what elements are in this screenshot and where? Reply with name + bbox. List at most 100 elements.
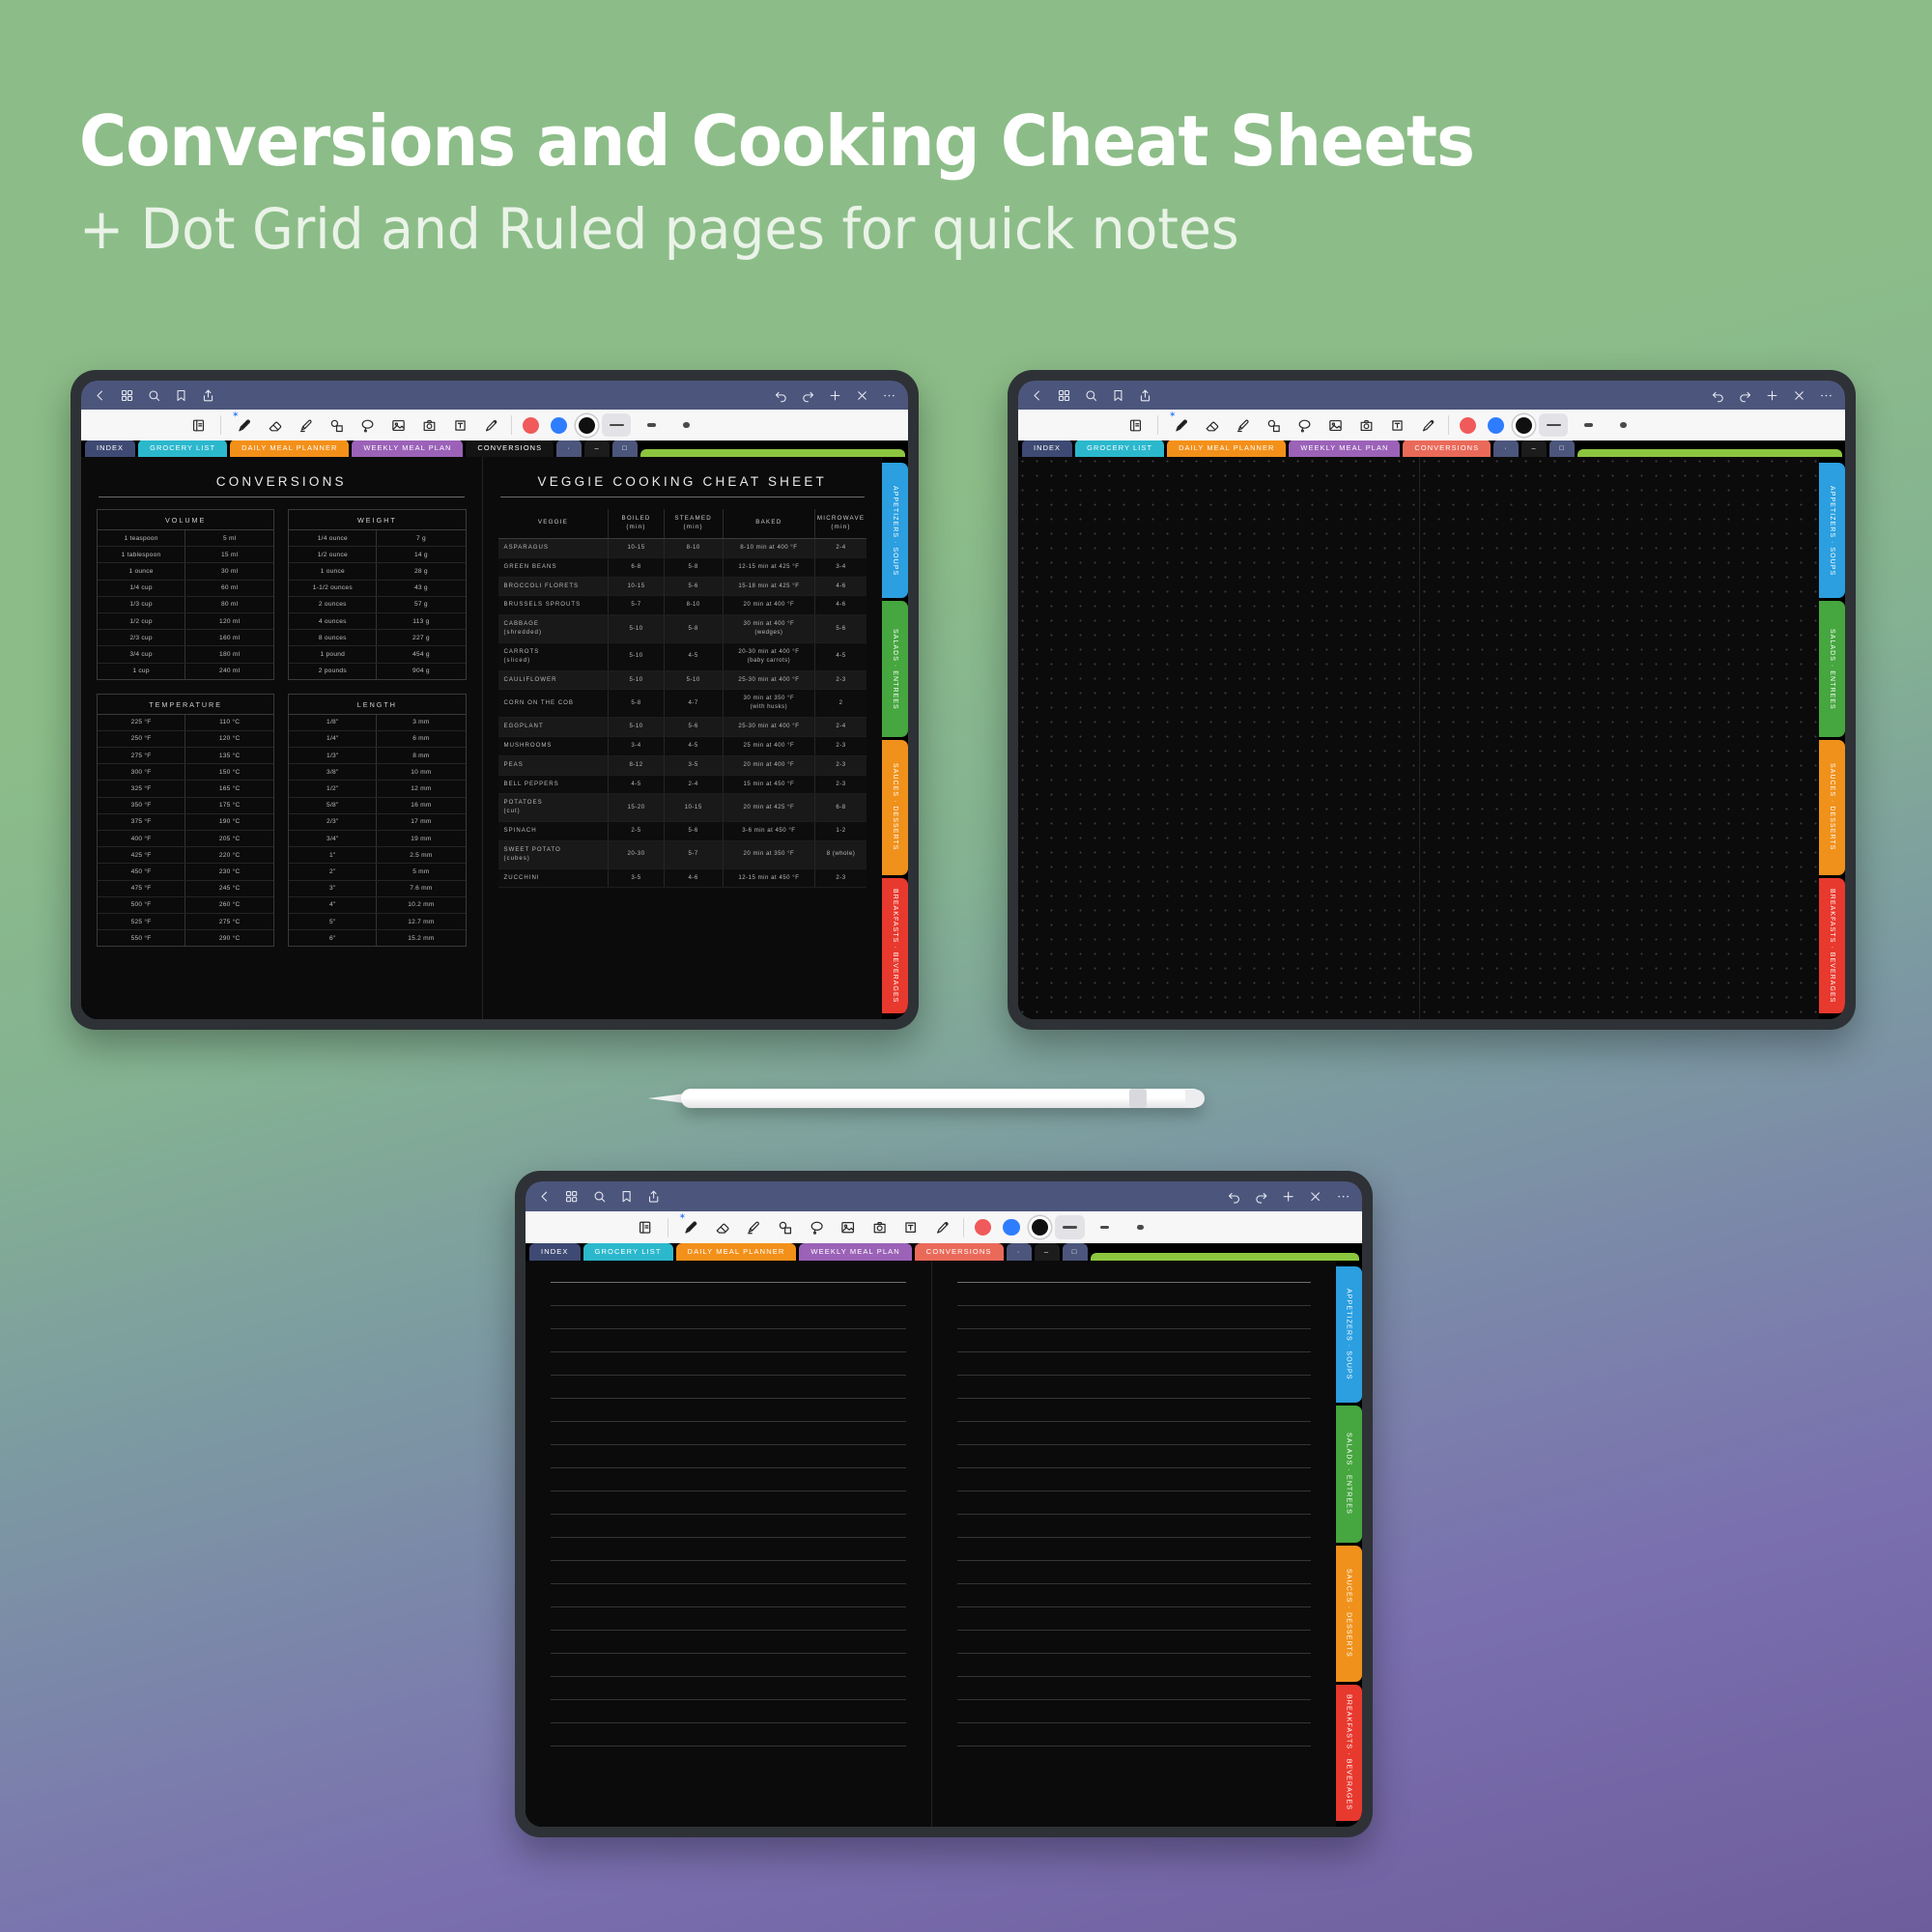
side-tab-appetizers-soups[interactable]: APPETIZERS · SOUPS (882, 463, 908, 599)
close-icon[interactable] (1308, 1189, 1322, 1204)
width-medium[interactable] (1574, 413, 1603, 437)
side-tab-sauces-desserts[interactable]: SAUCES · DESSERTS (882, 739, 908, 875)
tab-mini-2[interactable]: □ (1549, 440, 1576, 457)
more-options-icon[interactable] (1336, 1189, 1350, 1204)
bookmark-icon[interactable] (174, 388, 188, 403)
camera-icon[interactable] (1351, 411, 1380, 440)
tab-mini-1[interactable]: – (584, 440, 611, 457)
side-tab-appetizers-soups[interactable]: APPETIZERS · SOUPS (1819, 463, 1845, 599)
share-icon[interactable] (201, 388, 215, 403)
lasso-select-icon[interactable] (802, 1212, 832, 1242)
bookmark-icon[interactable] (619, 1189, 634, 1204)
tab-grocery-list[interactable]: GROCERY LIST (582, 1243, 673, 1261)
tab-mini-2[interactable]: □ (612, 440, 639, 457)
tab-daily-meal-planner[interactable]: DAILY MEAL PLANNER (675, 1243, 797, 1261)
text-box-icon[interactable] (445, 411, 474, 440)
grid-thumbnails-icon[interactable] (120, 388, 134, 403)
tab-index[interactable]: INDEX (85, 440, 136, 457)
tab-daily-meal-planner[interactable]: DAILY MEAL PLANNER (230, 440, 350, 457)
shapes-icon[interactable] (322, 411, 351, 440)
undo-icon[interactable] (1227, 1189, 1241, 1204)
highlighter-icon[interactable] (739, 1212, 769, 1242)
read-write-toggle-icon[interactable] (1121, 411, 1150, 440)
redo-icon[interactable] (1738, 388, 1752, 403)
tab-extra[interactable] (1090, 1253, 1359, 1261)
sticker-icon[interactable] (1413, 411, 1442, 440)
close-icon[interactable] (1792, 388, 1806, 403)
undo-icon[interactable] (1711, 388, 1725, 403)
undo-icon[interactable] (774, 388, 788, 403)
highlighter-icon[interactable] (1228, 411, 1257, 440)
pen-icon[interactable]: ✶ (676, 1212, 706, 1242)
shapes-icon[interactable] (1259, 411, 1288, 440)
grid-thumbnails-icon[interactable] (564, 1189, 579, 1204)
bookmark-icon[interactable] (1111, 388, 1125, 403)
side-tab-breakfasts-beverages[interactable]: BREAKFASTS · BEVERAGES (882, 877, 908, 1013)
tab-extra[interactable] (1577, 449, 1842, 457)
red-swatch[interactable] (1460, 416, 1476, 434)
side-tab-breakfasts-beverages[interactable]: BREAKFASTS · BEVERAGES (1336, 1684, 1362, 1821)
tab-mini-0[interactable]: · (556, 440, 582, 457)
more-options-icon[interactable] (882, 388, 896, 403)
add-page-icon[interactable] (828, 388, 842, 403)
blue-swatch[interactable] (551, 416, 567, 434)
side-tab-salads-entrees[interactable]: SALADS · ENTREES (1819, 601, 1845, 737)
share-icon[interactable] (646, 1189, 661, 1204)
pen-icon[interactable]: ✶ (1166, 411, 1195, 440)
lasso-select-icon[interactable] (1290, 411, 1319, 440)
grid-thumbnails-icon[interactable] (1057, 388, 1071, 403)
blue-swatch[interactable] (1488, 416, 1504, 434)
search-icon[interactable] (1084, 388, 1098, 403)
side-tab-breakfasts-beverages[interactable]: BREAKFASTS · BEVERAGES (1819, 877, 1845, 1013)
width-medium[interactable] (1091, 1215, 1121, 1238)
tab-index[interactable]: INDEX (529, 1243, 581, 1261)
tab-mini-0[interactable]: · (1006, 1243, 1032, 1261)
image-icon[interactable] (1321, 411, 1350, 440)
image-icon[interactable] (384, 411, 412, 440)
side-tab-appetizers-soups[interactable]: APPETIZERS · SOUPS (1336, 1266, 1362, 1404)
back-chevron-icon[interactable] (93, 388, 107, 403)
read-write-toggle-icon[interactable] (184, 411, 213, 440)
width-thick[interactable] (1608, 413, 1637, 437)
red-swatch[interactable] (974, 1218, 992, 1236)
tab-extra[interactable] (640, 449, 905, 457)
text-box-icon[interactable] (896, 1212, 926, 1242)
dot-grid-page-right[interactable] (1418, 457, 1819, 1019)
tab-weekly-meal-plan[interactable]: WEEKLY MEAL PLAN (1289, 440, 1401, 457)
add-page-icon[interactable] (1281, 1189, 1295, 1204)
red-swatch[interactable] (523, 416, 539, 434)
tab-conversions[interactable]: CONVERSIONS (466, 440, 554, 457)
tab-mini-0[interactable]: · (1493, 440, 1520, 457)
text-box-icon[interactable] (1382, 411, 1411, 440)
dot-grid-page-left[interactable] (1018, 457, 1419, 1019)
sticker-icon[interactable] (476, 411, 505, 440)
width-thick[interactable] (671, 413, 700, 437)
back-chevron-icon[interactable] (537, 1189, 552, 1204)
width-thin[interactable] (1539, 413, 1568, 437)
tab-grocery-list[interactable]: GROCERY LIST (1075, 440, 1165, 457)
image-icon[interactable] (834, 1212, 864, 1242)
eraser-icon[interactable] (260, 411, 289, 440)
side-tab-sauces-desserts[interactable]: SAUCES · DESSERTS (1819, 739, 1845, 875)
black-swatch[interactable] (1031, 1218, 1048, 1236)
width-thin[interactable] (1054, 1215, 1085, 1239)
blue-swatch[interactable] (1003, 1218, 1020, 1236)
tab-daily-meal-planner[interactable]: DAILY MEAL PLANNER (1167, 440, 1287, 457)
side-tab-salads-entrees[interactable]: SALADS · ENTREES (882, 601, 908, 737)
tab-conversions[interactable]: CONVERSIONS (914, 1243, 1004, 1261)
add-page-icon[interactable] (1765, 388, 1779, 403)
close-icon[interactable] (855, 388, 869, 403)
eraser-icon[interactable] (1197, 411, 1226, 440)
tab-weekly-meal-plan[interactable]: WEEKLY MEAL PLAN (352, 440, 464, 457)
ruled-page-right[interactable] (930, 1261, 1336, 1827)
tab-mini-1[interactable]: – (1521, 440, 1548, 457)
tab-grocery-list[interactable]: GROCERY LIST (138, 440, 228, 457)
search-icon[interactable] (592, 1189, 607, 1204)
sticker-icon[interactable] (927, 1212, 957, 1242)
redo-icon[interactable] (1254, 1189, 1268, 1204)
tab-mini-1[interactable]: – (1034, 1243, 1060, 1261)
shapes-icon[interactable] (770, 1212, 800, 1242)
tab-index[interactable]: INDEX (1022, 440, 1073, 457)
read-write-toggle-icon[interactable] (630, 1212, 660, 1242)
eraser-icon[interactable] (707, 1212, 737, 1242)
